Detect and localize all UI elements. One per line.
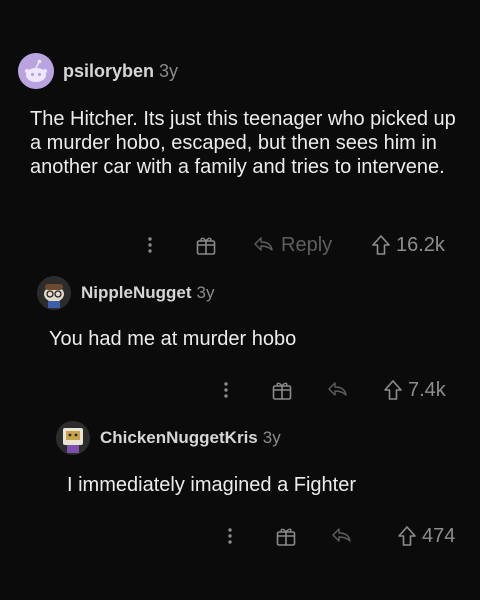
upvote-button[interactable]: 7.4k bbox=[382, 375, 446, 405]
more-vertical-icon bbox=[148, 237, 152, 253]
more-vertical-icon bbox=[228, 528, 232, 544]
award-gift-icon bbox=[272, 382, 292, 400]
comment-body: I immediately imagined a Fighter bbox=[67, 474, 357, 496]
comment-body: The Hitcher. Its just this teenager who … bbox=[30, 108, 456, 178]
snoo-avatar-icon bbox=[18, 53, 54, 89]
vote-score: 16.2k bbox=[396, 233, 445, 256]
upvote-arrow-icon bbox=[398, 526, 416, 546]
username[interactable]: psiloryben bbox=[63, 61, 154, 82]
avatar[interactable] bbox=[56, 421, 90, 455]
upvote-button[interactable]: 474 bbox=[396, 521, 455, 551]
comment-actions: Reply 16.2k bbox=[0, 230, 480, 260]
avatar[interactable] bbox=[37, 276, 71, 310]
reply-arrow-icon bbox=[254, 237, 273, 251]
reply-label: Reply bbox=[281, 233, 333, 256]
comment-age: 3y bbox=[262, 428, 281, 447]
reply-button[interactable]: Reply bbox=[253, 230, 332, 260]
upvote-button[interactable]: 16.2k bbox=[370, 230, 445, 260]
comment-age: 3y bbox=[196, 283, 215, 302]
more-vertical-icon bbox=[224, 382, 228, 398]
award-button[interactable] bbox=[274, 521, 298, 551]
comment-header: NippleNugget 3y bbox=[37, 276, 214, 310]
vote-score: 474 bbox=[422, 524, 456, 547]
reply-arrow-icon bbox=[332, 528, 351, 542]
comment-age: 3y bbox=[159, 60, 179, 81]
more-options-button[interactable] bbox=[220, 521, 240, 551]
more-options-button[interactable] bbox=[140, 230, 160, 260]
vote-score: 7.4k bbox=[408, 378, 446, 401]
more-options-button[interactable] bbox=[216, 375, 236, 405]
username[interactable]: NippleNugget bbox=[81, 283, 192, 303]
comment-actions: 474 bbox=[0, 521, 480, 551]
upvote-arrow-icon bbox=[372, 235, 390, 255]
award-button[interactable] bbox=[194, 230, 218, 260]
reply-arrow-icon bbox=[328, 382, 347, 396]
user-avatar-icon bbox=[56, 421, 90, 455]
comment-header: psiloryben 3y bbox=[18, 53, 178, 89]
award-button[interactable] bbox=[270, 375, 294, 405]
reply-button[interactable] bbox=[327, 375, 349, 405]
comment-actions: 7.4k bbox=[0, 375, 480, 405]
award-gift-icon bbox=[196, 237, 216, 255]
comment-body: You had me at murder hobo bbox=[49, 328, 297, 350]
user-avatar-icon bbox=[37, 276, 71, 310]
comment-header: ChickenNuggetKris 3y bbox=[56, 421, 281, 455]
username[interactable]: ChickenNuggetKris bbox=[100, 428, 258, 448]
award-gift-icon bbox=[276, 528, 296, 546]
reply-button[interactable] bbox=[331, 521, 353, 551]
upvote-arrow-icon bbox=[384, 380, 402, 400]
avatar[interactable] bbox=[18, 53, 54, 89]
